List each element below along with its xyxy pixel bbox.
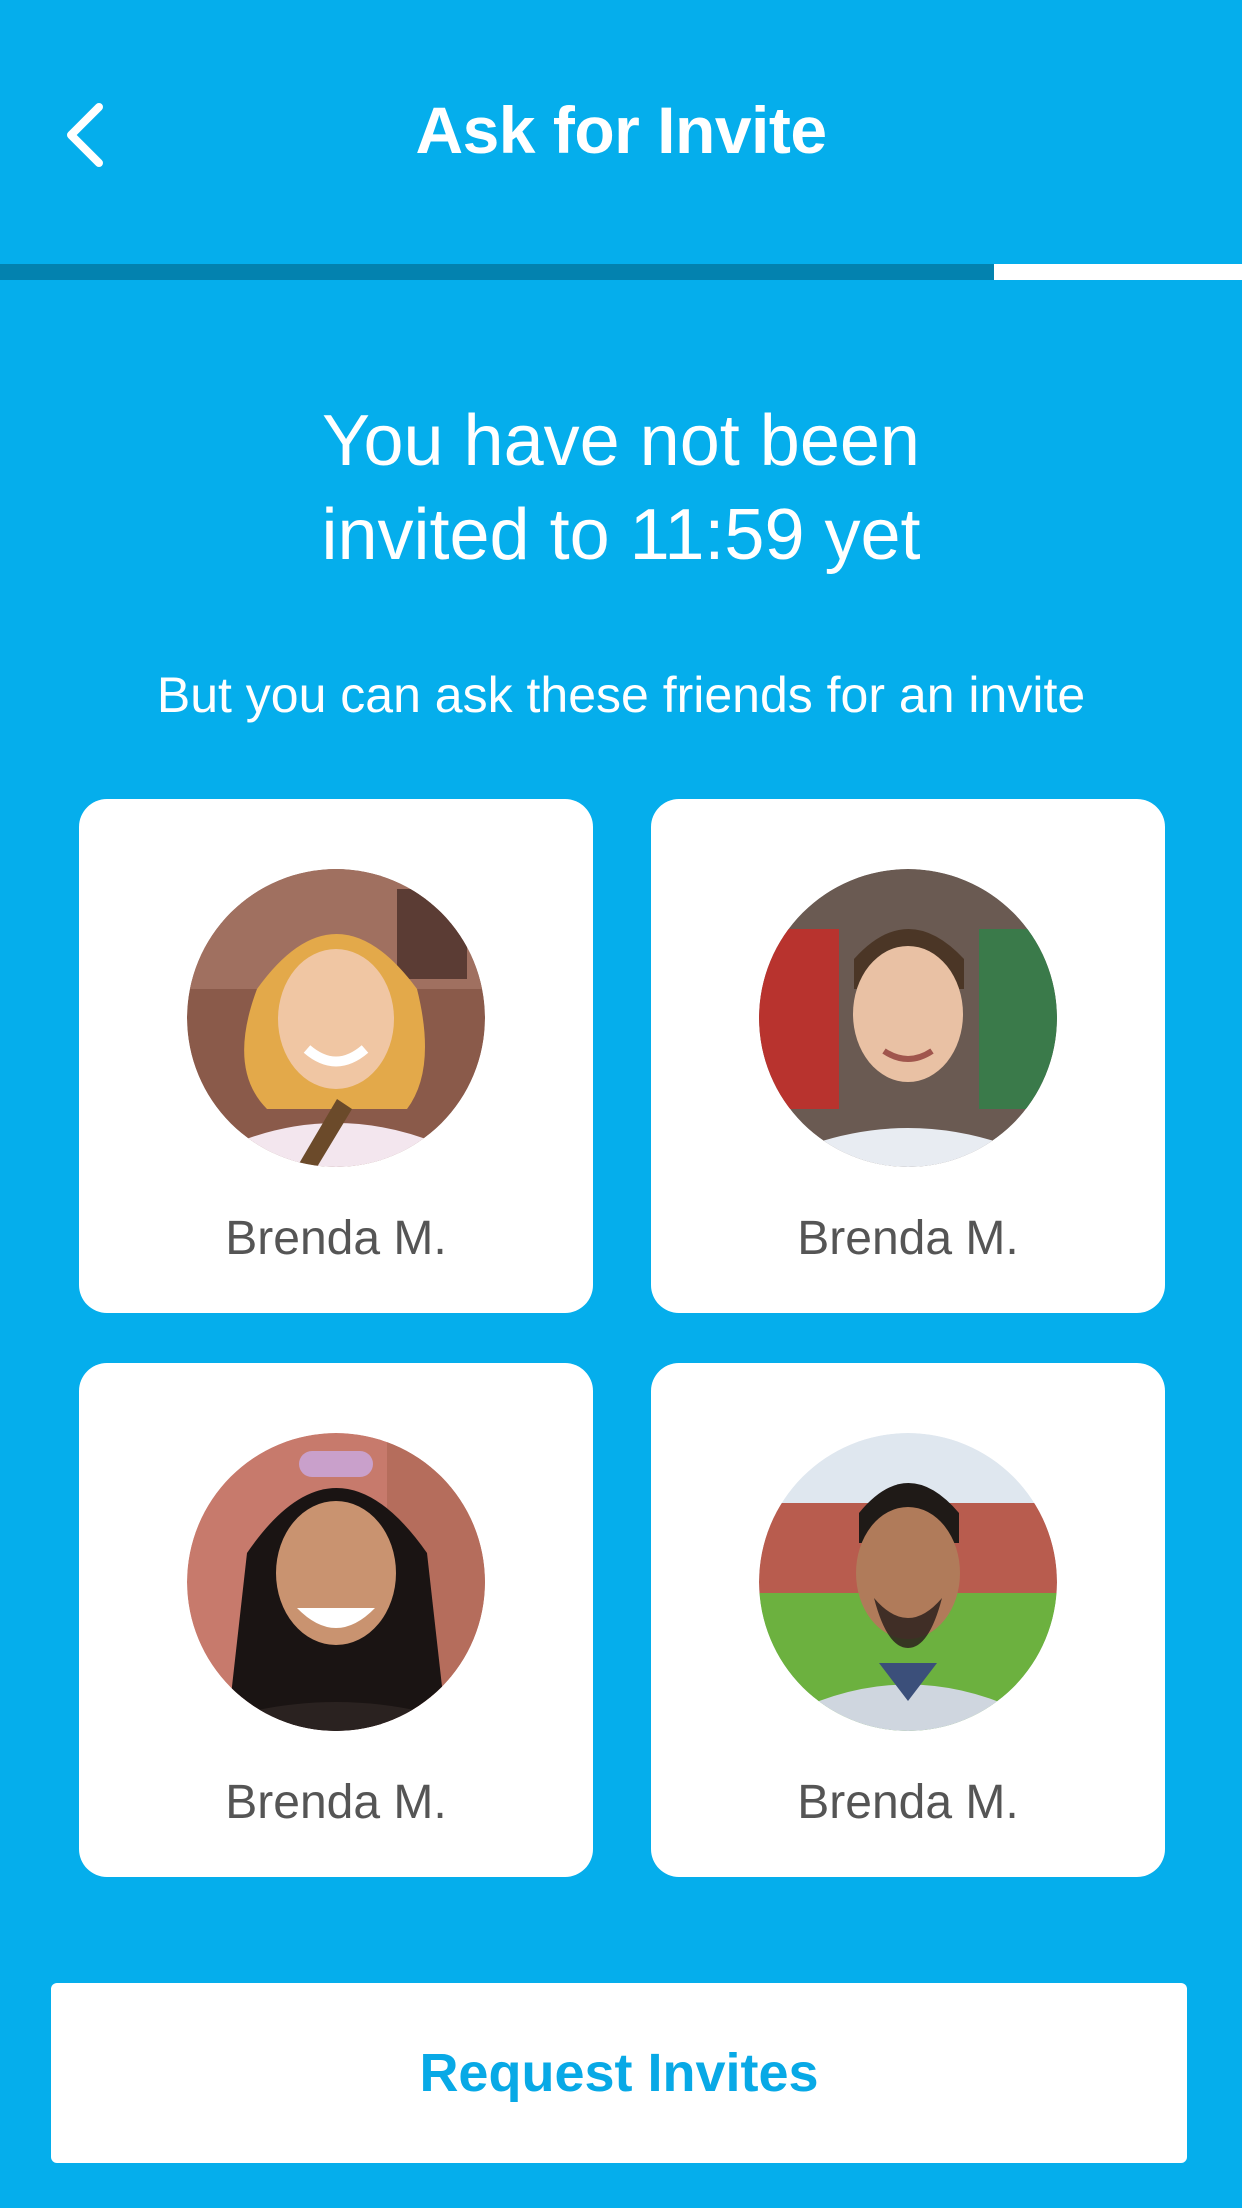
avatar <box>759 1433 1057 1731</box>
friends-grid: Brenda M. Brenda M. Brenda M. Brenda M. <box>79 799 1165 1877</box>
request-invites-button[interactable]: Request Invites <box>51 1983 1187 2163</box>
friend-card[interactable]: Brenda M. <box>651 1363 1165 1877</box>
progress-fill <box>0 264 994 280</box>
friend-name: Brenda M. <box>797 1212 1019 1265</box>
request-invites-label: Request Invites <box>419 2043 819 2103</box>
avatar <box>187 1433 485 1731</box>
app-header: Ask for Invite <box>0 0 1242 264</box>
friend-card[interactable]: Brenda M. <box>651 799 1165 1313</box>
main-heading: You have not been invited to 11:59 yet <box>0 394 1242 582</box>
friend-card[interactable]: Brenda M. <box>79 799 593 1313</box>
friend-name: Brenda M. <box>225 1776 447 1829</box>
heading-line-1: You have not been <box>322 401 920 481</box>
friend-card[interactable]: Brenda M. <box>79 1363 593 1877</box>
avatar <box>759 869 1057 1167</box>
avatar <box>187 869 485 1167</box>
heading-line-2: invited to 11:59 yet <box>321 495 921 575</box>
invite-subtext: But you can ask these friends for an inv… <box>156 667 1086 723</box>
progress-bar <box>0 264 1242 280</box>
friend-name: Brenda M. <box>225 1212 447 1265</box>
friend-name: Brenda M. <box>797 1776 1019 1829</box>
page-title: Ask for Invite <box>415 93 827 167</box>
